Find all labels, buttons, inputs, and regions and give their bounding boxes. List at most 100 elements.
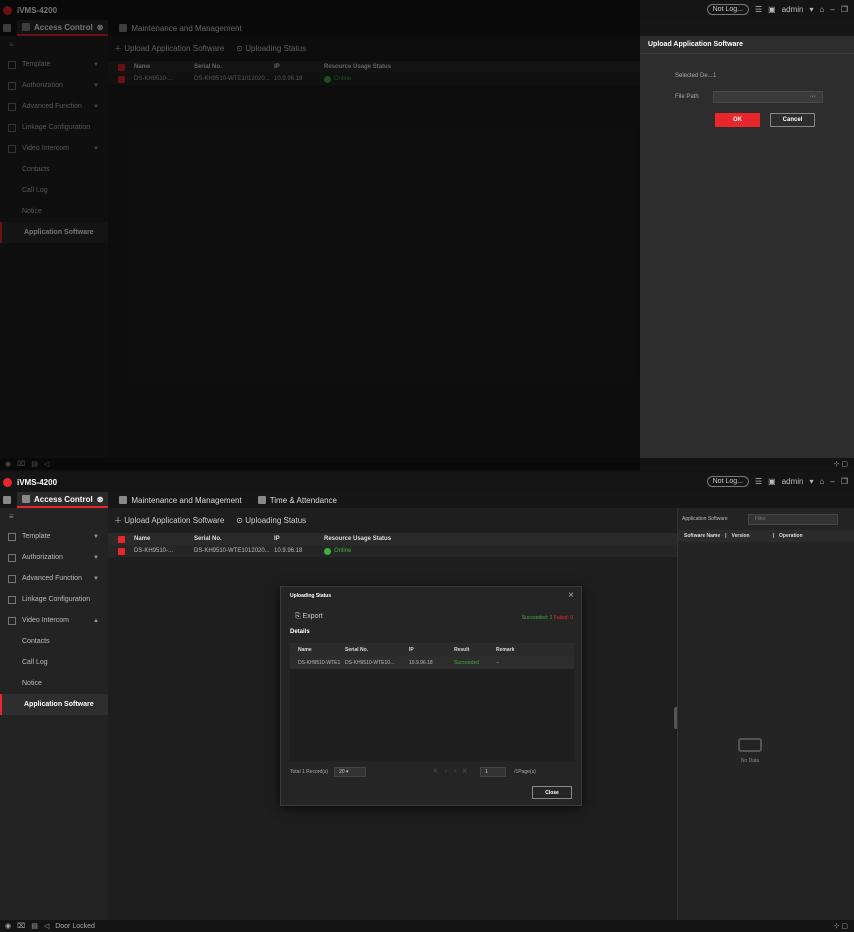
- cell-ip: 10.9.96.18: [409, 660, 433, 666]
- sidebar-item-notice[interactable]: Notice: [0, 673, 108, 694]
- dialog-title: Uploading Status: [290, 593, 332, 599]
- sidebar-item-notice[interactable]: Notice: [0, 201, 108, 222]
- chevron-down-icon[interactable]: ▾: [810, 5, 814, 14]
- lock-icon[interactable]: ⌂: [820, 477, 825, 486]
- restore-icon[interactable]: ❐: [841, 477, 848, 486]
- col-ip[interactable]: IP: [409, 647, 454, 653]
- tab-access-control[interactable]: Access Control ⊗: [17, 492, 109, 508]
- sidebar-item-contacts[interactable]: Contacts: [0, 159, 108, 180]
- sidebar-item-application-software[interactable]: Application Software: [0, 222, 108, 243]
- sidebar: ≡ Template ▼ Authorization ▼ Advanced Func…: [0, 36, 108, 458]
- page-input[interactable]: 1: [480, 767, 507, 777]
- sidebar-item-video-intercom[interactable]: Video Intercom ▲: [0, 610, 108, 631]
- sidebar-item-application-software[interactable]: Application Software: [0, 694, 108, 715]
- maintenance-icon: [119, 496, 128, 504]
- upload-label: Upload Application Software: [124, 516, 225, 525]
- file-path-input[interactable]: ···: [713, 91, 823, 103]
- col-result[interactable]: Result: [454, 647, 496, 653]
- table-row[interactable]: DS-KH9510-WTE1 DS-KH9510-WTE10... 10.9.9…: [290, 657, 574, 669]
- upload-button[interactable]: ＋ Upload Application Software: [114, 43, 224, 54]
- col-serial[interactable]: Serial No.: [194, 536, 274, 542]
- menu-toggle-icon[interactable]: ≡: [0, 36, 108, 54]
- table-row[interactable]: DS-KH9510-... DS-KH9510-WTE1012020... 10…: [108, 545, 677, 557]
- grid-icon[interactable]: [3, 24, 11, 32]
- sidebar-item-contacts[interactable]: Contacts: [0, 631, 108, 652]
- sidebar-item-template[interactable]: Template ▼: [0, 54, 108, 75]
- col-software-name[interactable]: Software Name: [684, 533, 720, 539]
- tab-label: Maintenance and Management: [131, 23, 242, 33]
- page-size-select[interactable]: 20 ▾: [334, 767, 367, 777]
- close-button[interactable]: Close: [532, 786, 572, 799]
- col-status[interactable]: Resource Usage Status: [324, 536, 391, 542]
- select-all-checkbox[interactable]: [118, 63, 125, 71]
- ok-button[interactable]: OK: [715, 113, 760, 127]
- minimize-icon[interactable]: –: [830, 477, 834, 486]
- image-icon[interactable]: ▣: [768, 477, 776, 486]
- sidebar-item-call-log[interactable]: Call Log: [0, 180, 108, 201]
- cell-ip: 10.9.96.18: [274, 76, 303, 82]
- image-icon[interactable]: ▣: [768, 5, 776, 14]
- col-operation[interactable]: Operation: [779, 533, 803, 539]
- uploading-status-button[interactable]: ⊙ Uploading Status: [236, 516, 306, 525]
- col-serial[interactable]: Serial No.: [194, 64, 274, 70]
- speaker-icon[interactable]: ◁: [44, 922, 49, 930]
- filter-input[interactable]: Filter: [747, 513, 838, 525]
- export-button[interactable]: ⎘ Export: [295, 613, 323, 621]
- sidebar-item-call-log[interactable]: Call Log: [0, 652, 108, 673]
- minimize-icon[interactable]: –: [830, 5, 834, 14]
- authorization-icon: [8, 553, 16, 562]
- grid-icon[interactable]: [3, 496, 11, 504]
- col-ip[interactable]: IP: [274, 536, 324, 542]
- sidebar-item-advanced-function[interactable]: Advanced Function ▼: [0, 96, 108, 117]
- close-icon[interactable]: ⊗: [97, 495, 104, 504]
- sidebar-item-video-intercom[interactable]: Video Intercom ▼: [0, 138, 108, 159]
- col-name[interactable]: Name: [290, 647, 345, 653]
- list-icon[interactable]: ☰: [755, 477, 762, 486]
- page-nav-icons[interactable]: K‹›K: [434, 769, 474, 775]
- col-status[interactable]: Resource Usage Status: [324, 64, 391, 70]
- row-checkbox[interactable]: [118, 547, 125, 555]
- col-version[interactable]: Version: [732, 533, 750, 539]
- user-menu[interactable]: admin: [782, 477, 804, 486]
- tab-access-control[interactable]: Access Control ⊗: [17, 20, 109, 36]
- col-name[interactable]: Name: [134, 64, 194, 70]
- pin-icon[interactable]: ⊹ ▢: [834, 922, 848, 930]
- sidebar-item-template[interactable]: Template ▼: [0, 526, 108, 547]
- chevron-down-icon[interactable]: ▾: [810, 477, 814, 486]
- sidebar-item-linkage[interactable]: Linkage Configuration: [0, 117, 108, 138]
- tab-time-attendance[interactable]: Time & Attendance: [253, 492, 342, 508]
- tab-maintenance[interactable]: Maintenance and Management: [114, 20, 246, 36]
- sidebar-item-authorization[interactable]: Authorization ▼: [0, 75, 108, 96]
- restore-icon[interactable]: ❐: [841, 5, 848, 14]
- user-menu[interactable]: admin: [782, 5, 804, 14]
- monitor-icon[interactable]: ▤: [31, 460, 38, 468]
- lock-icon[interactable]: ⌂: [820, 5, 825, 14]
- select-all-checkbox[interactable]: [118, 535, 125, 543]
- trash-icon[interactable]: ⌧: [17, 922, 25, 930]
- sidebar-item-authorization[interactable]: Authorization ▼: [0, 547, 108, 568]
- col-serial[interactable]: Serial No.: [345, 647, 409, 653]
- close-icon[interactable]: ×: [568, 590, 574, 601]
- close-icon[interactable]: ⊗: [97, 23, 104, 32]
- col-ip[interactable]: IP: [274, 64, 324, 70]
- sidebar-item-linkage[interactable]: Linkage Configuration: [0, 589, 108, 610]
- trash-icon[interactable]: ⌧: [17, 460, 25, 468]
- pin-icon[interactable]: ⊹ ▢: [834, 460, 848, 468]
- list-icon[interactable]: ☰: [755, 5, 762, 14]
- row-checkbox[interactable]: [118, 75, 125, 83]
- alarm-icon[interactable]: ◉: [5, 460, 11, 468]
- alarm-icon[interactable]: ◉: [5, 922, 11, 930]
- uploading-status-button[interactable]: ⊙ Uploading Status: [236, 44, 306, 53]
- col-remark[interactable]: Remark: [496, 647, 574, 653]
- speaker-icon[interactable]: ◁: [44, 460, 49, 468]
- tab-maintenance[interactable]: Maintenance and Management: [114, 492, 246, 508]
- cell-remark: --: [496, 660, 500, 666]
- not-logged-button[interactable]: Not Log...: [706, 476, 749, 487]
- monitor-icon[interactable]: ▤: [31, 922, 38, 930]
- menu-toggle-icon[interactable]: ≡: [0, 508, 108, 526]
- sidebar-item-advanced-function[interactable]: Advanced Function ▼: [0, 568, 108, 589]
- upload-button[interactable]: ＋ Upload Application Software: [114, 515, 224, 526]
- col-name[interactable]: Name: [134, 536, 194, 542]
- cancel-button[interactable]: Cancel: [770, 113, 815, 127]
- not-logged-button[interactable]: Not Log...: [706, 4, 749, 15]
